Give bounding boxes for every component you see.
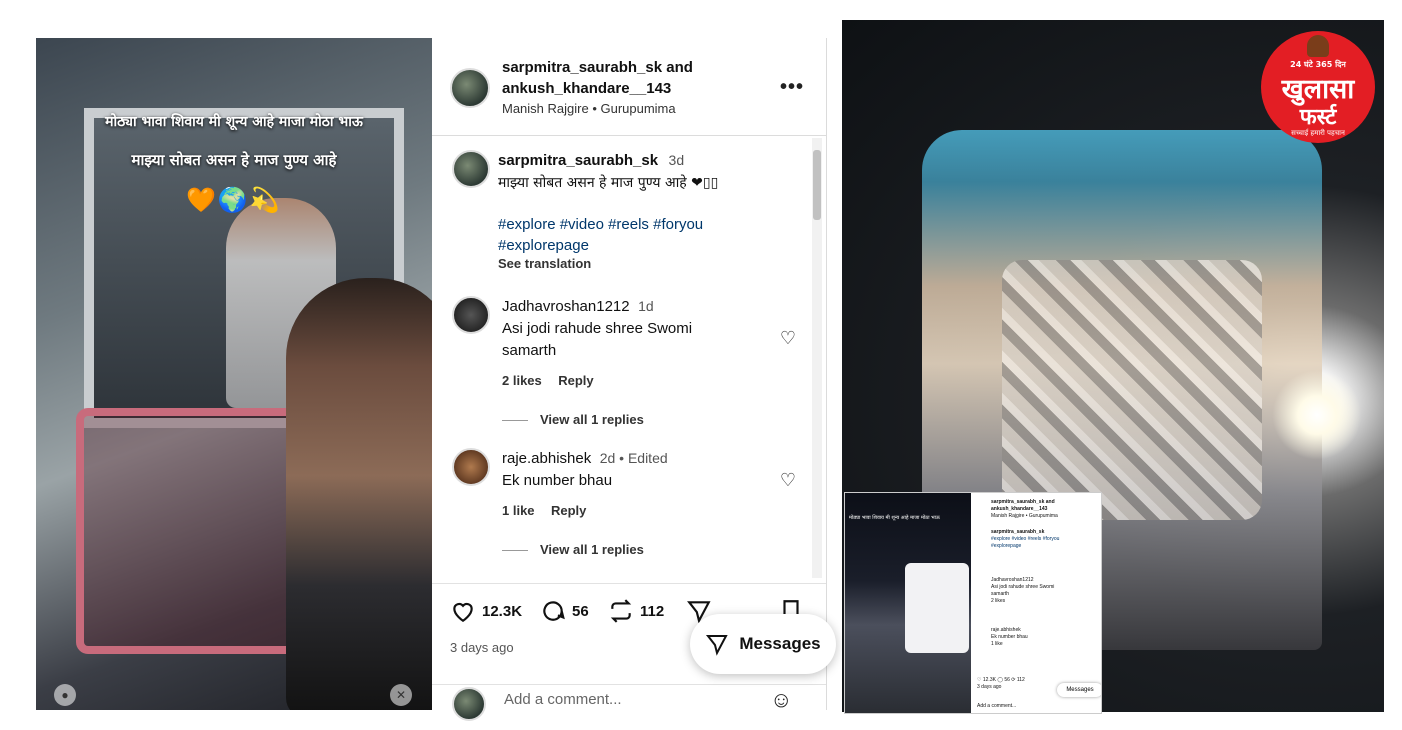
repost-button[interactable]: 112 [608, 598, 664, 624]
inset-time-ago: 3 days ago [977, 684, 1002, 690]
headlight-glare [1272, 370, 1362, 460]
inset-actions: ♡ 12.3K ◯ 56 ⟳ 112 3 days ago [977, 677, 1025, 690]
view-replies-button[interactable]: View all 1 replies [502, 542, 644, 557]
hashtags-line2[interactable]: #explorepage [498, 235, 703, 256]
comments-scrollbar[interactable] [812, 138, 822, 578]
logo-motto: सच्चाई हमारी पहचान [1291, 129, 1345, 137]
inset-comment-count: 56 [1004, 677, 1010, 683]
messages-send-icon [706, 635, 729, 656]
inset-author-line1: sarpmitra_saurabh_sk and [991, 499, 1055, 505]
post-authors[interactable]: sarpmitra_saurabh_sk and ankush_khandare… [502, 57, 693, 99]
caption-hashtags[interactable]: #explore #video #reels #foryou #explorep… [498, 214, 703, 256]
selfie-person [286, 278, 432, 710]
video-emojis: 🧡🌍💫 [186, 187, 282, 214]
comment-likes[interactable]: 1 like [502, 503, 535, 518]
add-comment-input[interactable]: Add a comment... [504, 691, 622, 708]
see-translation-link[interactable]: See translation [498, 256, 591, 271]
inset-caption-block: sarpmitra_saurabh_sk #explore #video #re… [991, 529, 1059, 550]
inset-comment-text: Ek number bhau [991, 634, 1028, 640]
khulasa-first-logo: 24 घंटे 365 दिन खुलासा फर्स्ट सच्चाई हमा… [1261, 31, 1375, 143]
author-name-line1[interactable]: sarpmitra_saurabh_sk and [502, 57, 693, 78]
author-avatar[interactable] [450, 68, 490, 108]
bus-seat [76, 408, 312, 654]
inset-comment-likes: 1 like [991, 641, 1003, 647]
inset-post-panel: sarpmitra_saurabh_sk and ankush_khandare… [973, 493, 1101, 713]
crash-debris [1002, 260, 1262, 520]
comment-avatar[interactable] [452, 296, 490, 334]
inset-comment-2: raje.abhishek Ek number bhau 1 like [991, 627, 1028, 648]
like-count: 12.3K [482, 602, 523, 620]
comment-username[interactable]: raje.abhishek [502, 450, 591, 467]
mute-icon[interactable]: ✕ [390, 684, 412, 706]
inset-header: sarpmitra_saurabh_sk and ankush_khandare… [991, 499, 1058, 520]
comment-count: 56 [572, 602, 589, 620]
comment-reply-button[interactable]: Reply [551, 503, 586, 518]
inset-repost-count: 112 [1016, 677, 1025, 683]
comments-list[interactable]: sarpmitra_saurabh_sk 3d माझ्या सोबत असन … [432, 136, 810, 580]
reel-video[interactable]: मोठ्या भावा शिवाय मी शून्य आहे माजा मोठा… [36, 38, 432, 710]
audio-info[interactable]: Manish Rajgire • Gurupumima [502, 101, 676, 116]
inset-caption-user: sarpmitra_saurabh_sk [991, 529, 1045, 535]
inset-author-line2: ankush_khandare__143 [991, 506, 1048, 512]
inset-comment-text: Asi jodi rahude shree Swomi [991, 584, 1055, 590]
inset-video: मोठ्या भावा शिवाय मी शून्य आहे माजा मोठा… [845, 493, 971, 713]
like-comment-heart-icon[interactable]: ♡ [780, 328, 796, 349]
inset-screenshot: मोठ्या भावा शिवाय मी शून्य आहे माजा मोठा… [844, 492, 1102, 714]
author-name-line2[interactable]: ankush_khandare__143 [502, 78, 693, 99]
post-panel: sarpmitra_saurabh_sk and ankush_khandare… [432, 38, 827, 721]
post-time-ago: 3 days ago [450, 640, 514, 655]
inset-like-count: 12.3K [982, 677, 996, 683]
comment-text-line2: samarth [502, 342, 557, 359]
inset-caption: मोठ्या भावा शिवाय मी शून्य आहे माजा मोठा… [849, 515, 940, 521]
inset-audio: Manish Rajgire • Gurupumima [991, 513, 1058, 519]
add-comment-row: Add a comment... ☺ [432, 684, 826, 721]
comment-button[interactable]: 56 [540, 598, 589, 624]
video-caption-line2: माझ्या सोबत असन हे माज पुण्य आहे [131, 151, 337, 169]
inset-comment-user: raje.abhishek [991, 627, 1021, 633]
inset-hashtags: #explore #video #reels #foryou [991, 536, 1060, 542]
video-caption-line1: मोठ्या भावा शिवाय मी शून्य आहे माजा मोठा… [105, 114, 363, 130]
comment-text-line1: Asi jodi rahude shree Swomi [502, 320, 693, 337]
comment-time: 2d • Edited [599, 450, 668, 466]
like-button[interactable]: 12.3K [450, 598, 522, 624]
comment-time: 1d [638, 298, 654, 314]
repost-icon[interactable] [608, 598, 634, 624]
inset-comment-likes: 2 likes [991, 598, 1006, 604]
view-replies-button[interactable]: View all 1 replies [502, 412, 644, 427]
comment-username[interactable]: Jadhavroshan1212 [502, 298, 630, 315]
more-options-icon[interactable]: ••• [780, 76, 804, 99]
caption-username[interactable]: sarpmitra_saurabh_sk [498, 152, 658, 169]
emoji-icon[interactable]: ☺ [770, 687, 792, 713]
comment-text: Ek number bhau [502, 472, 613, 489]
current-user-avatar [452, 687, 486, 721]
comment-likes[interactable]: 2 likes [502, 373, 542, 388]
comment-text: Asi jodi rahude shree Swomi samarth [502, 318, 692, 362]
repost-count: 112 [640, 602, 665, 620]
scrollbar-thumb[interactable] [813, 150, 821, 220]
comment-avatar[interactable] [452, 448, 490, 486]
post-header: sarpmitra_saurabh_sk and ankush_khandare… [432, 38, 826, 136]
logo-emblem-icon [1307, 35, 1329, 57]
logo-name-line2: फर्स्ट [1299, 105, 1337, 130]
inset-bus [905, 563, 969, 653]
heart-icon[interactable] [450, 598, 476, 624]
inset-hashtags2: #explorepage [991, 543, 1022, 549]
like-comment-heart-icon[interactable]: ♡ [780, 470, 796, 491]
caption-avatar[interactable] [452, 150, 490, 188]
inset-messages-button: Messages [1057, 683, 1101, 697]
comment-icon[interactable] [540, 598, 566, 624]
user-tag-icon[interactable]: ● [54, 684, 76, 706]
caption-time: 3d [668, 152, 685, 168]
messages-button[interactable]: Messages [690, 614, 836, 674]
caption-text: माझ्या सोबत असन हे माज पुण्य आहे ❤▯▯ [498, 175, 719, 191]
inset-add-comment: Add a comment... [977, 703, 1017, 709]
inset-comment-text2: samarth [991, 591, 1010, 597]
inset-comment-1: Jadhavroshan1212 Asi jodi rahude shree S… [991, 577, 1054, 605]
hashtags-line1[interactable]: #explore #video #reels #foryou [498, 214, 703, 235]
comment-reply-button[interactable]: Reply [558, 373, 593, 388]
inset-comment-user: Jadhavroshan1212 [991, 577, 1034, 583]
messages-label: Messages [739, 634, 821, 653]
